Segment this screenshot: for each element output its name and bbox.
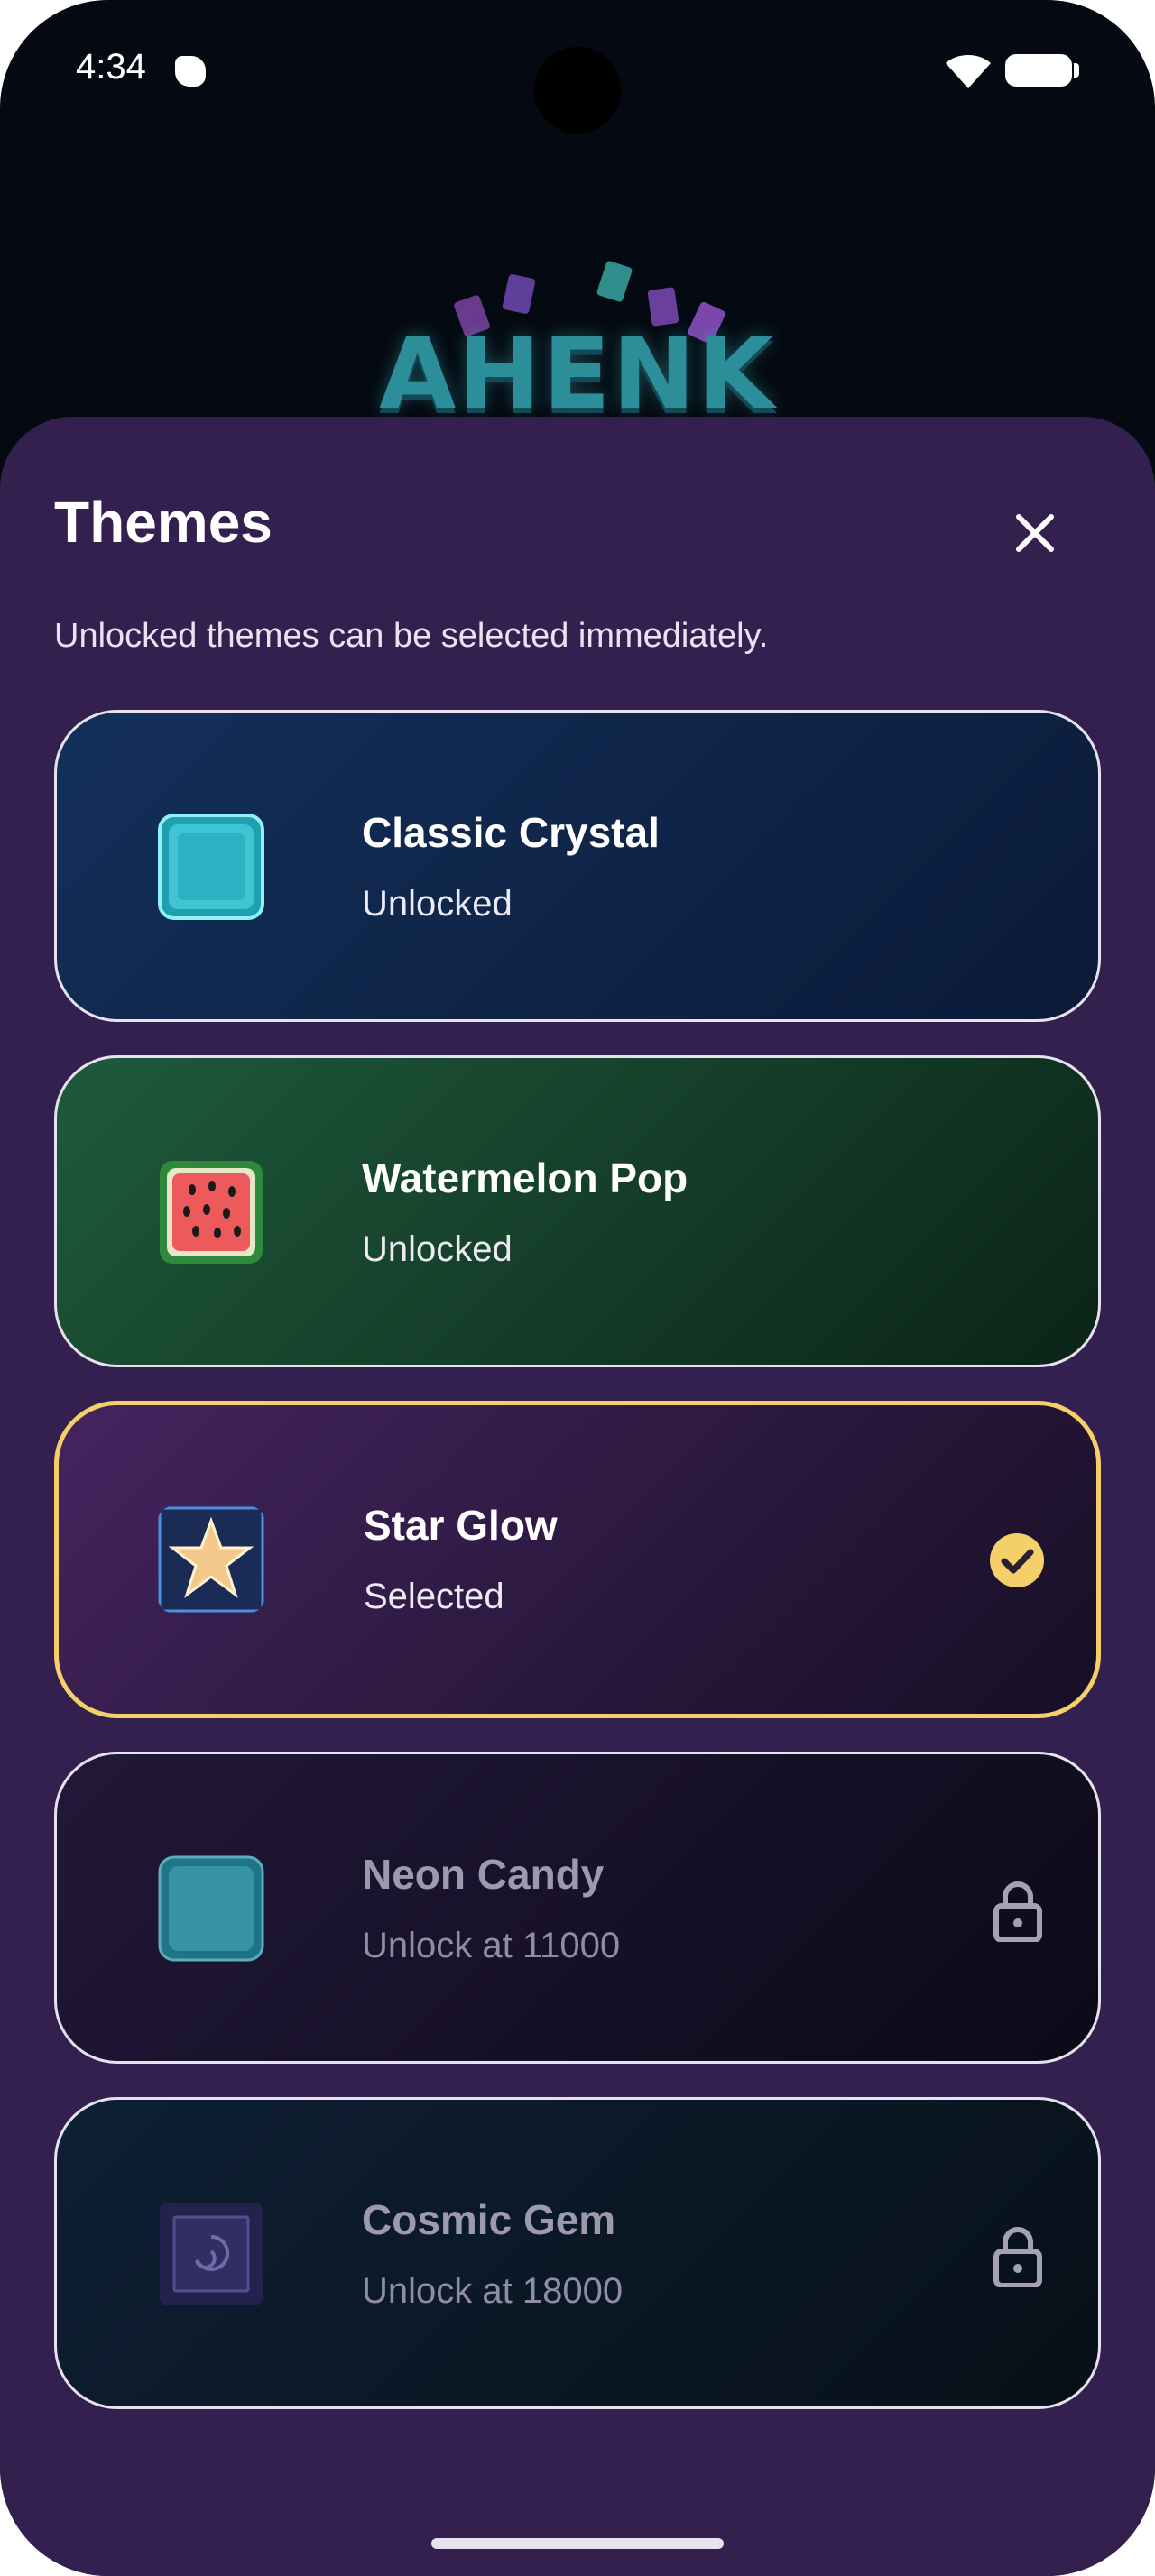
theme-card-classic-crystal[interactable]: Classic Crystal Unlocked — [54, 710, 1101, 1022]
watermelon-block-icon — [160, 1161, 263, 1264]
theme-name: Watermelon Pop — [362, 1155, 688, 1201]
status-bar: 4:34 — [0, 0, 1155, 144]
theme-status: Unlocked — [362, 884, 513, 924]
cosmic-block-icon — [160, 2203, 263, 2305]
home-indicator[interactable] — [431, 2538, 724, 2549]
wifi-icon — [946, 55, 991, 88]
theme-status: Unlocked — [362, 1229, 513, 1269]
neon-block-icon — [158, 1855, 264, 1962]
logo-block-decoration — [596, 260, 633, 303]
sheet-subtitle: Unlocked themes can be selected immediat… — [54, 617, 769, 655]
phone-screen: 4:34 AHENK Themes Unlocked themes can be… — [0, 0, 1155, 2576]
logo-block-decoration — [502, 273, 536, 315]
theme-name: Star Glow — [364, 1502, 558, 1549]
theme-card-cosmic-gem[interactable]: Cosmic Gem Unlock at 18000 — [54, 2097, 1101, 2409]
theme-status: Unlock at 11000 — [362, 1926, 621, 1965]
theme-name: Classic Crystal — [362, 809, 660, 856]
status-time: 4:34 — [76, 47, 146, 87]
check-circle-icon — [990, 1533, 1044, 1587]
theme-name: Neon Candy — [362, 1851, 605, 1898]
crystal-block-icon — [158, 814, 264, 920]
themes-sheet: Themes Unlocked themes can be selected i… — [0, 417, 1155, 2576]
game-logo: AHENK — [379, 260, 776, 433]
notification-icon — [175, 56, 206, 87]
lock-icon — [993, 2227, 1042, 2287]
close-button[interactable] — [996, 494, 1074, 572]
theme-card-watermelon-pop[interactable]: Watermelon Pop Unlocked — [54, 1055, 1101, 1367]
close-icon — [1016, 514, 1054, 552]
theme-card-neon-candy[interactable]: Neon Candy Unlock at 11000 — [54, 1752, 1101, 2064]
theme-status: Unlock at 18000 — [362, 2271, 624, 2311]
theme-card-star-glow[interactable]: Star Glow Selected — [54, 1401, 1101, 1718]
battery-icon — [1005, 54, 1079, 87]
lock-icon — [993, 1881, 1042, 1942]
theme-status: Selected — [364, 1577, 504, 1616]
star-block-icon — [158, 1506, 264, 1613]
camera-cutout — [534, 47, 621, 133]
sheet-title: Themes — [54, 490, 273, 555]
logo-text: AHENK — [379, 316, 776, 431]
theme-name: Cosmic Gem — [362, 2196, 616, 2243]
